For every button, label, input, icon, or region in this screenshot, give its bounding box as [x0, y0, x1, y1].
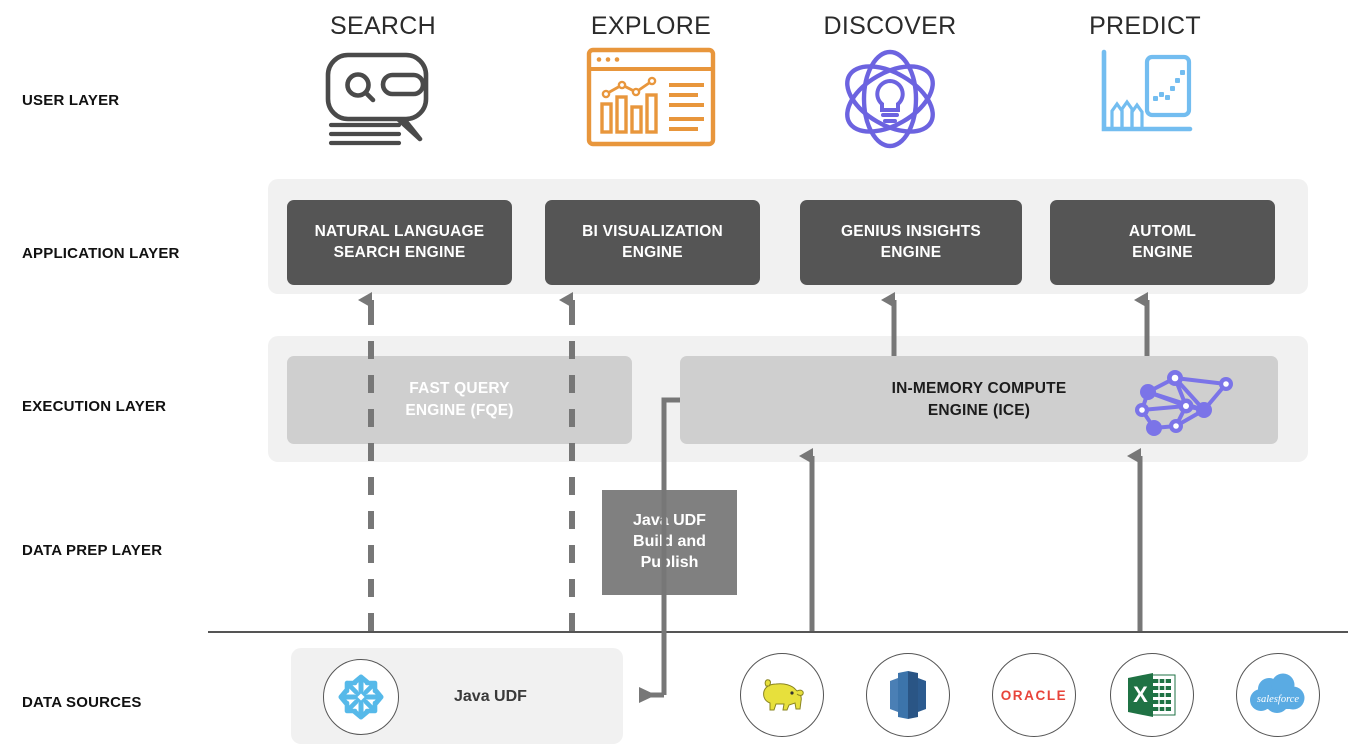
dashboard-window-icon: [586, 47, 716, 147]
salesforce-logo-text: salesforce: [1257, 694, 1300, 705]
oracle-logo-icon: ORACLE: [992, 653, 1076, 737]
exec-box-label: IN-MEMORY COMPUTE ENGINE (ICE): [891, 379, 1067, 419]
architecture-diagram: USER LAYER APPLICATION LAYER EXECUTION L…: [0, 0, 1348, 744]
snowflake-logo-icon: [323, 659, 399, 735]
exec-box-label: FAST QUERY ENGINE (FQE): [405, 379, 514, 419]
user-item-search-label: SEARCH: [330, 12, 436, 40]
network-graph-icon: [1135, 370, 1233, 436]
app-box-label: GENIUS INSIGHTS ENGINE: [841, 222, 981, 261]
app-box-label: NATURAL LANGUAGE SEARCH ENGINE: [314, 222, 485, 261]
user-item-search[interactable]: SEARCH: [288, 14, 478, 147]
exec-box-in-memory-compute-engine[interactable]: IN-MEMORY COMPUTE ENGINE (ICE): [680, 356, 1278, 444]
search-chat-icon: [325, 52, 429, 146]
exec-box-fast-query-engine[interactable]: FAST QUERY ENGINE (FQE): [287, 356, 632, 444]
atom-bulb-icon: [845, 49, 935, 149]
oracle-logo-text: ORACLE: [1000, 687, 1068, 703]
redshift-logo-icon: [866, 653, 950, 737]
excel-logo-icon: X: [1110, 653, 1194, 737]
app-box-genius-insights-engine[interactable]: GENIUS INSIGHTS ENGINE: [800, 200, 1022, 285]
svg-text:X: X: [1133, 682, 1148, 707]
layer-label-user: USER LAYER: [22, 92, 120, 109]
salesforce-logo-icon: salesforce: [1236, 653, 1320, 737]
snowflake-source-label: Java UDF: [454, 688, 527, 705]
user-item-predict[interactable]: PREDICT: [1050, 14, 1240, 141]
data-prep-box-java-udf-build-and-publish[interactable]: Java UDF Build and Publish: [602, 490, 737, 595]
data-sources-divider: [208, 631, 1348, 633]
app-box-natural-language-search-engine[interactable]: NATURAL LANGUAGE SEARCH ENGINE: [287, 200, 512, 285]
layer-label-dataprep: DATA PREP LAYER: [22, 542, 163, 559]
layer-label-application: APPLICATION LAYER: [22, 245, 180, 262]
app-box-bi-visualization-engine[interactable]: BI VISUALIZATION ENGINE: [545, 200, 760, 285]
layer-label-execution: EXECUTION LAYER: [22, 398, 167, 415]
user-item-discover-label: DISCOVER: [823, 12, 957, 40]
data-prep-box-label: Java UDF Build and Publish: [633, 512, 706, 571]
hadoop-logo-icon: [740, 653, 824, 737]
app-box-label: AUTOML ENGINE: [1128, 222, 1197, 261]
user-item-predict-label: PREDICT: [1089, 12, 1201, 40]
user-item-discover[interactable]: DISCOVER: [795, 14, 985, 151]
app-box-automl-engine[interactable]: AUTOML ENGINE: [1050, 200, 1275, 285]
user-item-explore[interactable]: EXPLORE: [556, 14, 746, 147]
app-box-label: BI VISUALIZATION ENGINE: [582, 222, 723, 261]
layer-label-datasources: DATA SOURCES: [22, 694, 142, 711]
forecast-chart-icon: [1101, 49, 1193, 132]
user-item-explore-label: EXPLORE: [590, 12, 712, 40]
